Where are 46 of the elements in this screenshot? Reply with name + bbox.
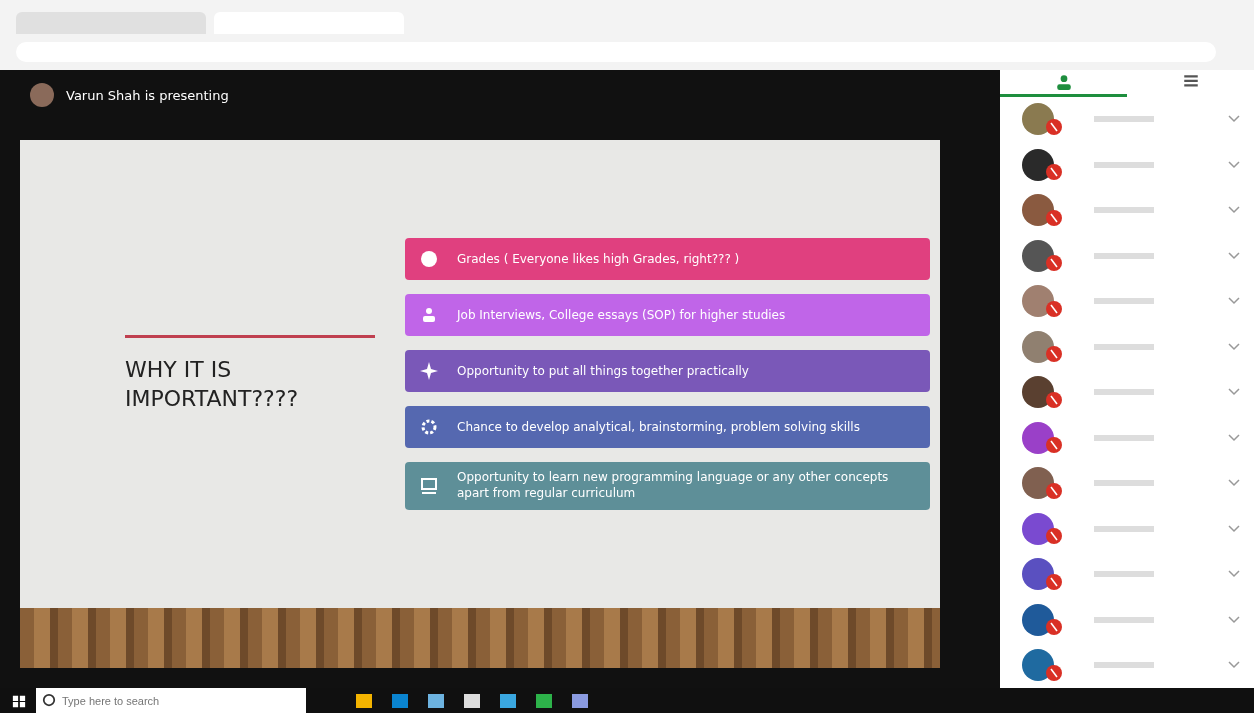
caret-icon[interactable] — [1228, 524, 1240, 533]
caret-icon[interactable] — [1228, 479, 1240, 488]
muted-mic-icon — [1046, 391, 1062, 408]
muted-mic-icon — [1046, 118, 1062, 135]
muted-mic-icon — [1046, 482, 1062, 499]
bullet-text: Opportunity to put all things together practically — [457, 363, 749, 380]
app-icon[interactable] — [428, 693, 444, 708]
app-icon[interactable] — [464, 693, 480, 708]
muted-mic-icon — [1046, 346, 1062, 362]
muted-mic-icon — [1046, 664, 1062, 681]
muted-mic-icon — [1046, 528, 1062, 544]
avatar-placeholder — [30, 83, 54, 107]
muted-mic-icon — [1046, 255, 1062, 271]
caret-icon[interactable] — [1228, 615, 1240, 624]
muted-mic-icon — [1046, 209, 1062, 226]
app-icon[interactable] — [500, 693, 516, 708]
bullet-text: Opportunity to learn new programming language or any other concepts apart from regular curriculum — [457, 470, 890, 502]
muted-mic-icon — [1046, 164, 1062, 180]
presenter-label: Varun Shah is presenting — [66, 87, 229, 103]
caret-icon[interactable] — [1228, 251, 1240, 260]
bullet-text: Job Interviews, College essays (SOP) for higher studies — [457, 307, 786, 324]
people-icon — [1054, 72, 1073, 91]
muted-mic-icon — [1046, 300, 1062, 317]
caret-icon[interactable] — [1228, 160, 1240, 169]
bullet-text: Chance to develop analytical, brainstorming, problem solving skills — [457, 419, 860, 436]
caret-icon[interactable] — [1228, 297, 1240, 306]
app-icon[interactable] — [356, 693, 372, 708]
caret-icon[interactable] — [1228, 115, 1240, 124]
caret-icon[interactable] — [1228, 661, 1240, 670]
caret-icon[interactable] — [1228, 388, 1240, 397]
muted-mic-icon — [1046, 619, 1062, 635]
board-icon — [419, 476, 439, 496]
muted-mic-icon — [1046, 573, 1062, 590]
search-field[interactable]: Type here to search — [36, 688, 306, 713]
app-icon[interactable] — [572, 693, 588, 708]
caret-icon[interactable] — [1228, 206, 1240, 215]
windows-icon[interactable] — [12, 693, 26, 708]
app-icon[interactable] — [536, 693, 552, 708]
caret-icon[interactable] — [1228, 570, 1240, 579]
caret-icon[interactable] — [1228, 433, 1240, 442]
slide-title: WHY IT IS IMPORTANT???? — [125, 355, 300, 413]
search-icon — [42, 693, 56, 707]
bullet-text: Grades ( Everyone likes high Grades, right??? ) — [457, 251, 740, 268]
caret-icon[interactable] — [1228, 342, 1240, 351]
muted-mic-icon — [1046, 437, 1062, 453]
face-icon — [419, 249, 439, 270]
